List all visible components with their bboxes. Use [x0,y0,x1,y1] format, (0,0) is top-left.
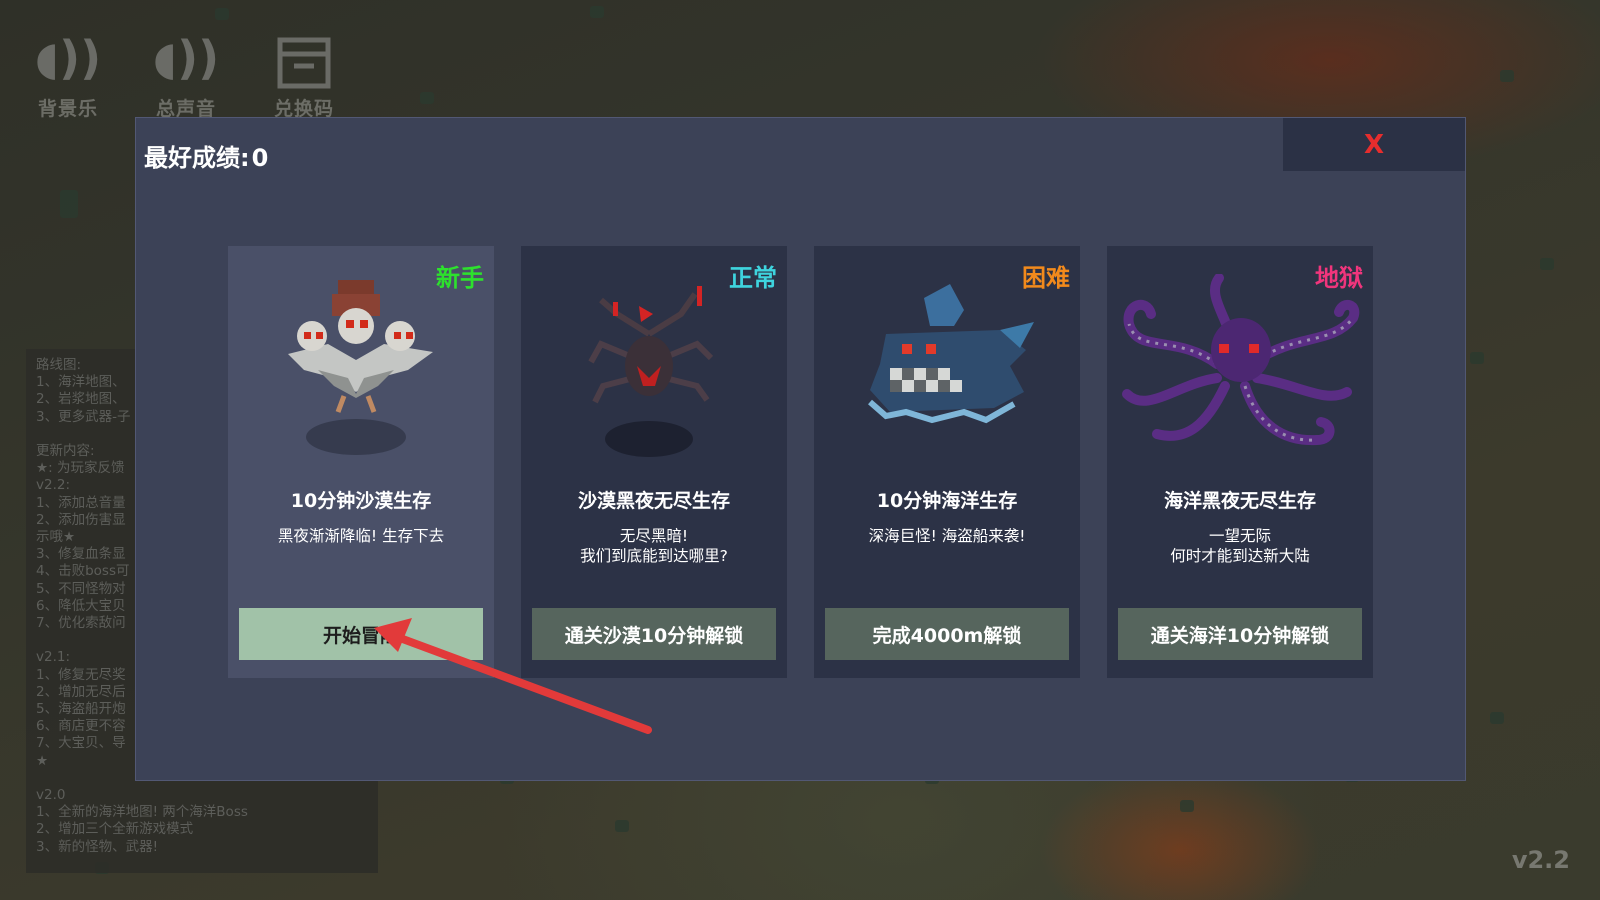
cactus-sprite [615,820,629,832]
unlock-requirement-button[interactable]: 完成4000m解锁 [825,608,1069,660]
best-score: 最好成绩:0 [144,138,268,173]
speaker-icon: ◖)) [34,31,102,85]
purple-kraken-icon [1122,274,1360,446]
cactus-sprite [590,6,604,18]
mode-description: 深海巨怪! 海盗船来袭! [868,527,1026,545]
mode-title: 10分钟海洋生存 [876,490,1018,512]
mode-card-hard[interactable]: 困难 10分钟海洋生存 深海巨怪! 海盗船来袭! 完成4000m解锁 [814,246,1080,678]
dark-spider-wraith-icon [588,286,714,457]
cactus-sprite [1180,800,1194,812]
best-score-value: 0 [251,144,269,172]
redeem-code-button[interactable]: 兑换码 [256,26,352,122]
mode-description: 无尽黑暗! 我们到底能到达哪里? [580,527,728,565]
mode-description: 一望无际 何时才能到达新大陆 [1170,527,1310,565]
sea-shark-monster-icon [868,284,1034,424]
cactus-sprite [60,190,78,218]
master-volume-toggle[interactable]: ◖)) 总声音 [138,26,234,122]
speaker-icon: ◖)) [152,31,220,85]
cactus-sprite [420,92,434,104]
close-icon: X [1363,129,1385,160]
three-headed-vulture-icon [288,280,433,455]
unlock-requirement-button[interactable]: 通关沙漠10分钟解锁 [532,608,776,660]
mode-description: 黑夜渐渐降临! 生存下去 [277,527,445,545]
version-label: v2.2 [1511,846,1570,874]
unlock-requirement-button[interactable]: 通关海洋10分钟解锁 [1118,608,1362,660]
mode-card-novice[interactable]: 新手 10分钟沙漠生存 黑夜渐渐降临! 生存下去 开始冒险 [228,246,494,678]
cactus-sprite [1500,70,1514,82]
cactus-sprite [215,8,229,20]
mode-select-dialog: 最好成绩:0 X 新手 10分钟沙漠生存 黑夜渐渐降临! 生存下去 开始冒险 正… [135,117,1466,781]
mode-title: 沙漠黑夜无尽生存 [577,490,730,512]
mode-card-normal[interactable]: 正常 沙漠黑夜无尽生存 无尽黑暗! 我们到底能到达哪里? 通关沙漠10分钟解锁 [521,246,787,678]
background-music-toggle[interactable]: ◖)) 背景乐 [20,26,116,122]
close-button[interactable]: X [1283,118,1465,171]
gift-box-icon [256,26,352,90]
cactus-sprite [1540,258,1554,270]
mode-title: 10分钟沙漠生存 [290,490,432,512]
cactus-sprite [1470,352,1484,364]
mode-card-hell[interactable]: 地狱 海洋黑夜无尽生存 一望无际 何时才能到达新大陆 通关海洋10分钟解锁 [1107,246,1373,678]
cactus-sprite [1490,712,1504,724]
start-adventure-button[interactable]: 开始冒险 [239,608,483,660]
best-score-label: 最好成绩: [144,144,250,172]
mode-title: 海洋黑夜无尽生存 [1163,490,1316,512]
